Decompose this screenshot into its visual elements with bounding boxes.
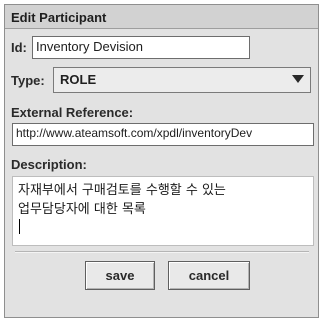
id-input[interactable]: Inventory Devision [32,36,250,59]
dialog-title: Edit Participant [11,10,107,25]
description-line-2: 업무담당자에 대한 목록 [18,200,308,234]
id-label: Id: [11,40,27,55]
external-reference-input[interactable]: http://www.ateamsoft.com/xpdl/inventoryD… [12,123,314,146]
button-separator [15,251,309,253]
text-cursor [19,219,20,234]
save-button[interactable]: save [85,261,155,290]
external-reference-label: External Reference: [11,105,134,120]
dialog-titlebar: Edit Participant [5,5,318,29]
type-select-value: ROLE [60,72,97,87]
description-label: Description: [11,157,87,172]
type-label: Type: [11,73,45,88]
edit-participant-dialog: Edit Participant Id: Inventory Devision … [4,4,319,318]
description-textarea[interactable]: 자재부에서 구매검토를 수행할 수 있는 업무담당자에 대한 목록 [12,176,314,246]
chevron-down-icon[interactable] [292,74,304,84]
cancel-button[interactable]: cancel [168,261,250,290]
description-line-1: 자재부에서 구매검토를 수행할 수 있는 [18,183,226,198]
type-select[interactable]: ROLE [53,67,311,93]
